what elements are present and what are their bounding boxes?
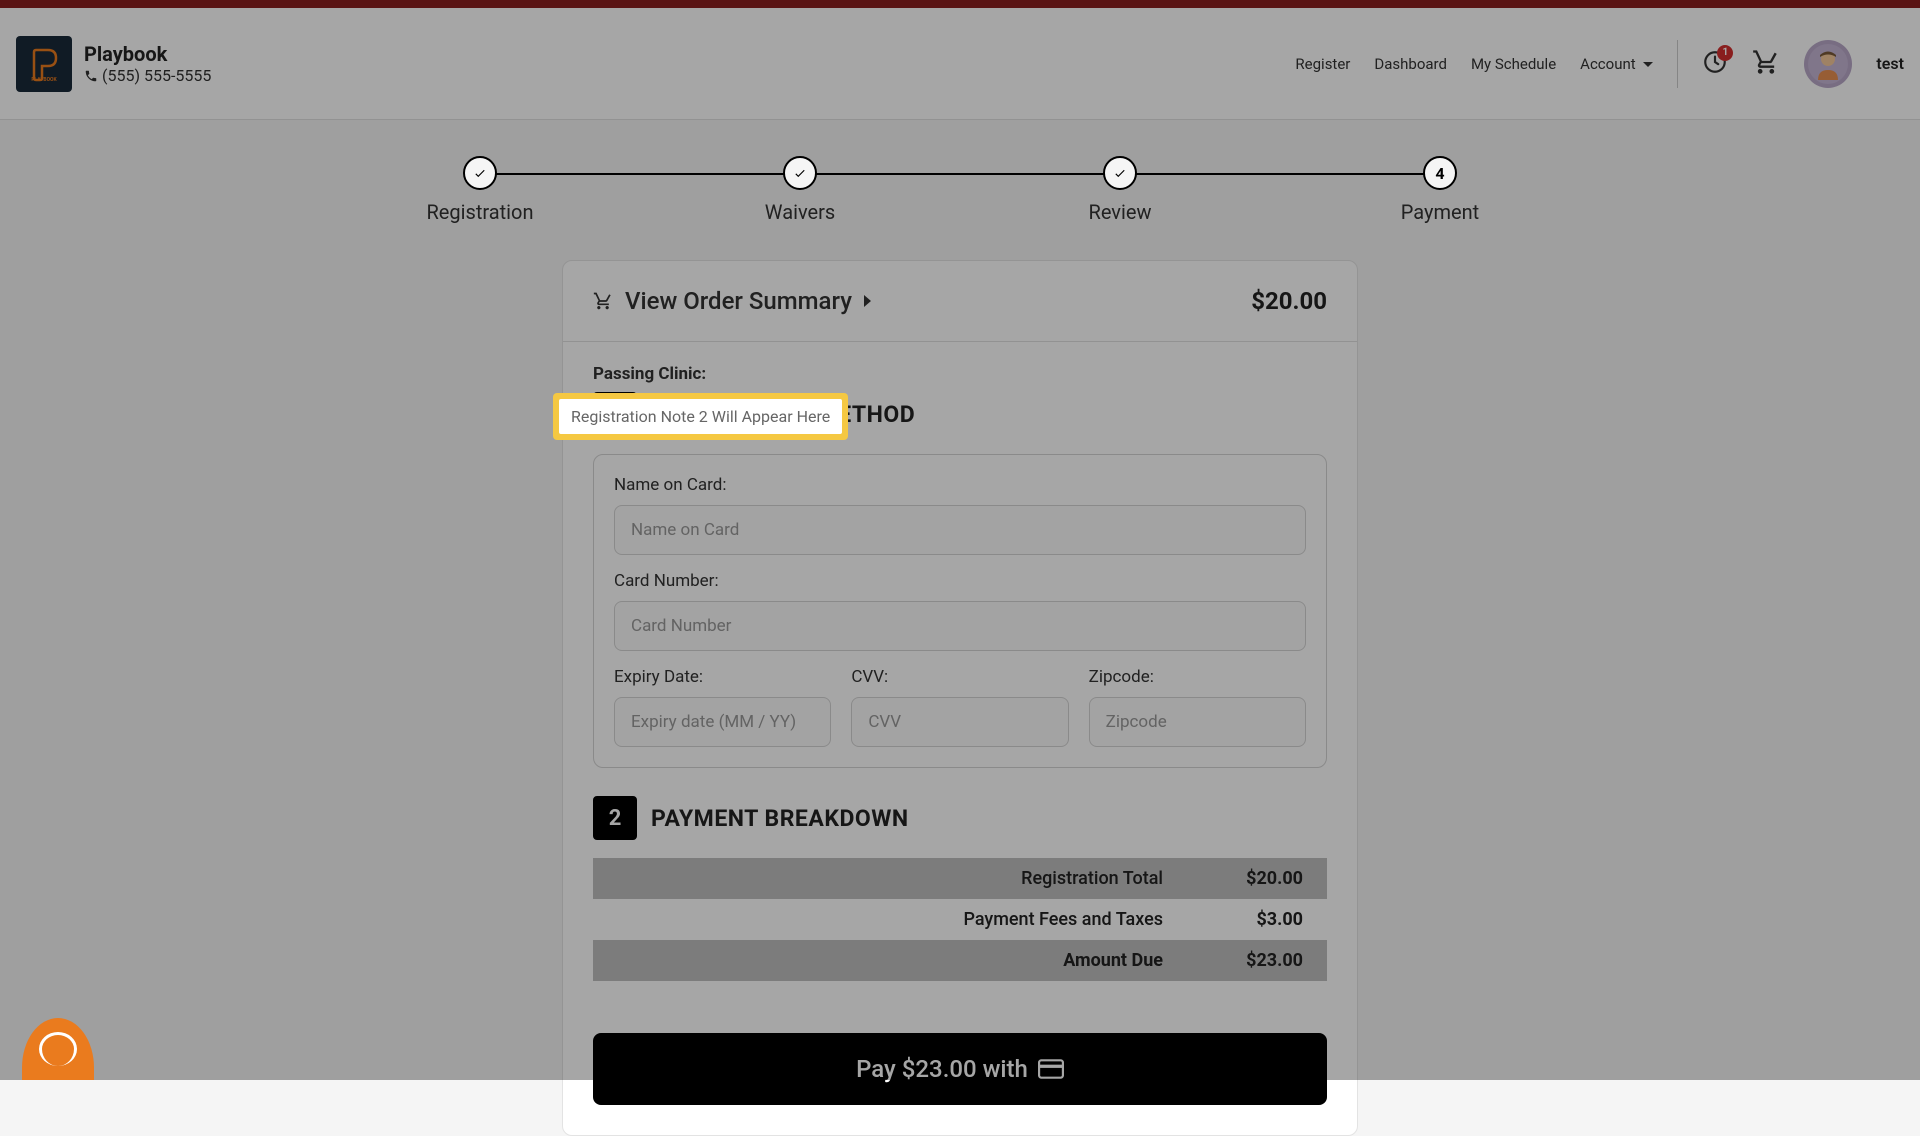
step-review: Review (960, 156, 1280, 224)
nav-account[interactable]: Account (1580, 55, 1653, 73)
zipcode-label: Zipcode: (1089, 667, 1306, 687)
breakdown-row: Payment Fees and Taxes $3.00 (593, 899, 1327, 940)
check-icon (473, 166, 487, 180)
cart-button[interactable] (1752, 48, 1780, 80)
breakdown-row-total: Amount Due $23.00 (593, 940, 1327, 981)
payment-form: Name on Card: Card Number: Expiry Date: … (593, 454, 1327, 768)
step-waivers: Waivers (640, 156, 960, 224)
check-icon (1113, 166, 1127, 180)
svg-text:PLAYBOOK: PLAYBOOK (31, 77, 57, 83)
expiry-input[interactable] (614, 697, 831, 747)
caret-right-icon (864, 295, 871, 307)
top-accent-bar (0, 0, 1920, 8)
cart-icon (1752, 48, 1780, 76)
phone-icon (84, 69, 98, 83)
chat-icon (39, 1032, 77, 1066)
user-avatar[interactable] (1804, 40, 1852, 88)
step-registration: Registration (320, 156, 640, 224)
name-on-card-input[interactable] (614, 505, 1306, 555)
chat-widget-button[interactable] (22, 1018, 94, 1080)
nav-right: Register Dashboard My Schedule Account 1… (1295, 40, 1904, 88)
progress-stepper: Registration Waivers Review 4 Payment (0, 120, 1920, 248)
step-payment: 4 Payment (1280, 156, 1600, 224)
nav-register[interactable]: Register (1295, 55, 1350, 73)
pay-button[interactable]: Pay $23.00 with (593, 1033, 1327, 1105)
card-number-input[interactable] (614, 601, 1306, 651)
cart-icon (593, 291, 613, 311)
step-circle: 4 (1423, 156, 1457, 190)
main-header: PLAYBOOK Playbook (555) 555-5555 Registe… (0, 8, 1920, 120)
tooltip-highlight: Registration Note 2 Will Appear Here (553, 393, 848, 440)
cvv-label: CVV: (851, 667, 1068, 687)
card-number-label: Card Number: (614, 571, 1306, 591)
divider (1677, 40, 1678, 88)
step-circle (1103, 156, 1137, 190)
nav-schedule[interactable]: My Schedule (1471, 55, 1556, 73)
payment-card: View Order Summary $20.00 Passing Clinic… (562, 260, 1358, 1136)
name-on-card-label: Name on Card: (614, 475, 1306, 495)
tooltip-text: Registration Note 2 Will Appear Here (559, 399, 842, 434)
order-summary-toggle[interactable]: View Order Summary $20.00 (563, 261, 1357, 342)
step-circle (783, 156, 817, 190)
playbook-logo-icon: PLAYBOOK (24, 44, 64, 84)
brand-logo[interactable]: PLAYBOOK (16, 36, 72, 92)
chevron-down-icon (1643, 62, 1653, 67)
zipcode-input[interactable] (1089, 697, 1306, 747)
breakdown-row: Registration Total $20.00 (593, 858, 1327, 899)
credit-card-icon (1038, 1059, 1064, 1079)
section-title: PAYMENT BREAKDOWN (651, 805, 909, 832)
brand-name: Playbook (84, 42, 211, 66)
summary-amount: $20.00 (1251, 287, 1327, 315)
notifications-button[interactable]: 1 (1702, 49, 1728, 79)
expiry-label: Expiry Date: (614, 667, 831, 687)
brand-info: Playbook (555) 555-5555 (84, 42, 211, 85)
check-icon (793, 166, 807, 180)
cvv-input[interactable] (851, 697, 1068, 747)
avatar-icon (1808, 44, 1848, 84)
step-circle (463, 156, 497, 190)
notification-badge: 1 (1717, 45, 1733, 61)
brand-phone[interactable]: (555) 555-5555 (84, 66, 211, 85)
nav-dashboard[interactable]: Dashboard (1374, 55, 1447, 73)
clinic-title: Passing Clinic: (593, 364, 1327, 384)
breakdown-table: Registration Total $20.00 Payment Fees a… (593, 858, 1327, 981)
user-name: test (1876, 54, 1904, 73)
section-number: 2 (593, 796, 637, 840)
payment-breakdown-section: 2 PAYMENT BREAKDOWN Registration Total $… (563, 796, 1357, 1009)
